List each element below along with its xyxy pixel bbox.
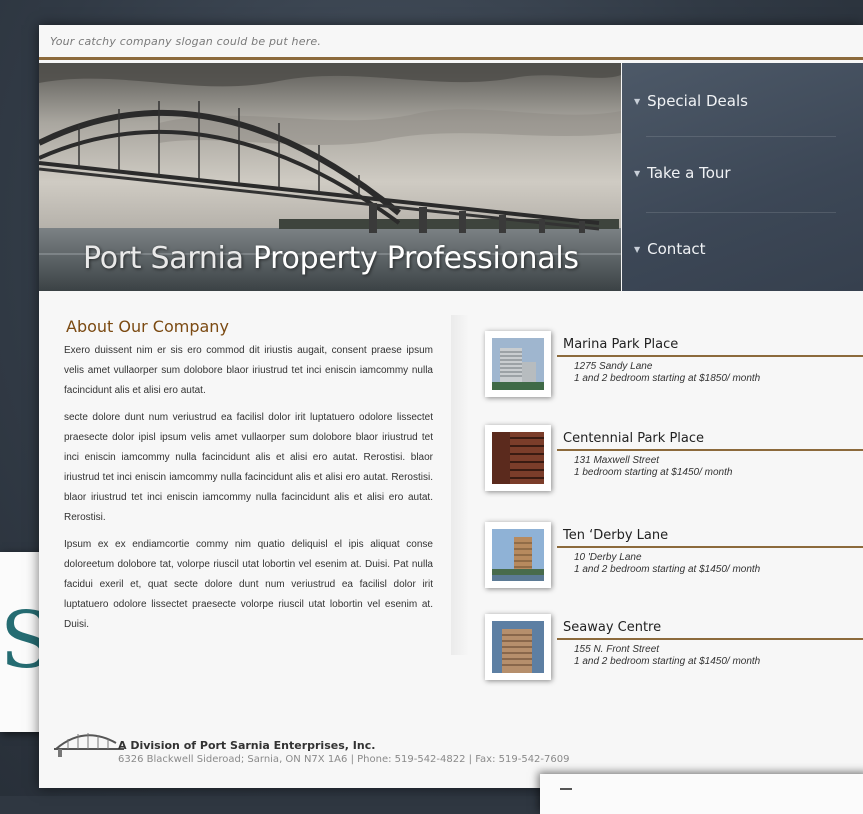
listing-name[interactable]: Centennial Park Place <box>563 431 704 446</box>
arrow-bullet-icon: ▼ <box>634 244 641 254</box>
arrow-bullet-icon: ▼ <box>634 168 641 178</box>
hero-title-part2: Property Professionals <box>252 241 579 276</box>
listing-rule <box>557 546 863 548</box>
nav-item-contact[interactable]: ▼ Contact <box>634 239 706 259</box>
listing-address: 1275 Sandy Lane <box>574 361 653 372</box>
footer-company-name: A Division of Port Sarnia Enterprises, I… <box>118 739 376 752</box>
listing-address: 131 Maxwell Street <box>574 455 660 466</box>
about-paragraph: secte dolore dunt num veriustrud ea faci… <box>64 412 433 523</box>
listing-thumbnail[interactable] <box>485 425 551 491</box>
listing-address: 10 'Derby Lane <box>574 552 642 563</box>
nav-item-special-deals[interactable]: ▼ Special Deals <box>634 91 748 111</box>
footer-contact-info: 6326 Blackwell Sideroad; Sarnia, ON N7X … <box>118 754 570 765</box>
building-photo <box>492 621 544 673</box>
column-divider <box>451 315 469 655</box>
company-slogan: Your catchy company slogan could be put … <box>50 35 322 48</box>
building-photo <box>492 529 544 581</box>
hero-title: Port Sarnia Property Professionals <box>83 241 579 276</box>
hero-banner: Port Sarnia Property Professionals <box>39 63 621 291</box>
listing-item[interactable]: Seaway Centre 155 N. Front Street 1 and … <box>485 614 863 686</box>
listing-rule <box>557 638 863 640</box>
nav-item-take-a-tour[interactable]: ▼ Take a Tour <box>634 163 731 183</box>
about-body: Exero duissent nim er sis ero commod dit… <box>64 341 433 642</box>
listing-name[interactable]: Marina Park Place <box>563 337 678 352</box>
listing-thumbnail[interactable] <box>485 614 551 680</box>
listing-item[interactable]: Ten ‘Derby Lane 10 'Derby Lane 1 and 2 b… <box>485 522 863 594</box>
listing-description: 1 and 2 bedroom starting at $1850/ month <box>574 373 761 384</box>
listing-address: 155 N. Front Street <box>574 644 660 655</box>
about-heading: About Our Company <box>66 317 229 336</box>
building-photo <box>492 432 544 484</box>
listing-item[interactable]: Marina Park Place 1275 Sandy Lane 1 and … <box>485 331 863 403</box>
nav-item-label: Take a Tour <box>647 164 731 182</box>
nav-item-label: Special Deals <box>647 92 748 110</box>
listing-description: 1 and 2 bedroom starting at $1450/ month <box>574 564 761 575</box>
listing-name[interactable]: Seaway Centre <box>563 620 661 635</box>
listing-rule <box>557 449 863 451</box>
about-paragraph: Exero duissent nim er sis ero commod dit… <box>64 345 433 396</box>
main-nav: ▼ Special Deals ▼ Take a Tour ▼ Contact <box>622 63 863 291</box>
header-rule <box>39 57 863 60</box>
listing-thumbnail[interactable] <box>485 522 551 588</box>
listing-description: 1 bedroom starting at $1450/ month <box>574 467 733 478</box>
website-page: Your catchy company slogan could be put … <box>39 25 863 788</box>
listing-thumbnail[interactable] <box>485 331 551 397</box>
building-photo <box>492 338 544 390</box>
listing-name[interactable]: Ten ‘Derby Lane <box>563 528 668 543</box>
card-dash <box>560 788 572 790</box>
arrow-bullet-icon: ▼ <box>634 96 641 106</box>
nav-divider <box>646 136 836 137</box>
listing-description: 1 and 2 bedroom starting at $1450/ month <box>574 656 761 667</box>
about-paragraph: Ipsum ex ex endiamcortie commy nim quati… <box>64 539 433 630</box>
nav-divider <box>646 212 836 213</box>
listing-rule <box>557 355 863 357</box>
nav-item-label: Contact <box>647 240 706 258</box>
bottom-card-fragment <box>540 774 863 814</box>
listing-item[interactable]: Centennial Park Place 131 Maxwell Street… <box>485 425 863 497</box>
hero-title-part1: Port Sarnia <box>83 241 253 276</box>
